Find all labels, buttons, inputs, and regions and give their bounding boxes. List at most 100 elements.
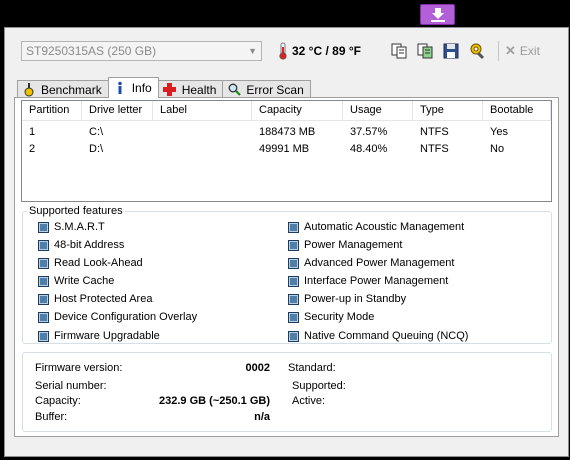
feature-item: Firmware Upgradable [38,330,160,342]
feature-label: Write Cache [54,275,115,287]
feature-label: Read Look-Ahead [54,257,143,269]
checkbox-icon [288,275,299,287]
copy-all-icon [417,43,433,59]
feature-label: Device Configuration Overlay [54,311,198,323]
drive-details-group: Firmware version: 0002 Serial number: Ca… [22,352,552,432]
save-button[interactable] [442,42,460,60]
feature-item: Read Look-Ahead [38,257,143,269]
exit-label: Exit [519,44,540,58]
drive-select-value: ST9250315AS (250 GB) [26,44,157,58]
feature-item: Power Management [288,239,402,251]
feature-item: Device Configuration Overlay [38,311,197,323]
tab-error-scan[interactable]: Error Scan [222,80,311,98]
cell: NTFS [420,126,449,138]
tab-label: Info [131,81,152,95]
checkbox-icon [288,311,299,323]
column-header[interactable]: Label [153,101,252,120]
partition-list[interactable]: Partition Drive letter Label Capacity Us… [21,100,552,202]
health-cross-icon [163,83,177,97]
checkbox-icon [38,257,49,269]
feature-label: Advanced Power Management [304,257,455,269]
cell [153,124,252,141]
checkbox-icon [38,275,49,287]
feature-item: Advanced Power Management [288,257,454,269]
checkbox-icon [288,239,299,251]
feature-label: S.M.A.R.T [54,221,105,233]
close-icon: ✕ [505,43,516,58]
feature-item: S.M.A.R.T [38,221,105,233]
tab-label: Benchmark [41,82,102,97]
table-row[interactable]: 2 D:\ 49991 MB 48.40% NTFS No [22,141,551,158]
tab-bar: Benchmark Info Health Error Scan [17,76,311,98]
feature-label: Automatic Acoustic Management [304,221,465,233]
firmware-value: 0002 [245,362,270,374]
column-header[interactable]: Capacity [252,101,343,120]
cell: No [490,143,505,155]
column-header[interactable]: Bootable [483,101,551,120]
feature-label: Security Mode [304,311,375,323]
capacity-label: Capacity: [35,395,81,407]
feature-item: Automatic Acoustic Management [288,221,464,233]
chevron-down-icon[interactable]: ▼ [248,46,257,56]
copy-all-button[interactable] [416,42,434,60]
checkbox-icon [288,330,299,342]
feature-item: Power-up in Standby [288,293,406,305]
copy-icon [391,43,407,59]
cell: C:\ [89,126,104,138]
cell: 37.57% [350,126,388,138]
stopwatch-icon [22,82,36,97]
supported-label: Supported: [292,380,346,392]
download-update-button[interactable] [420,4,455,25]
checkbox-icon [38,221,49,233]
capacity-value: 232.9 GB (~250.1 GB) [159,395,270,407]
feature-label: Firmware Upgradable [54,330,160,342]
feature-label: Power Management [304,239,403,251]
standard-label: Standard: [288,362,336,374]
magnifier-icon [227,83,241,97]
buffer-label: Buffer: [35,411,68,423]
buffer-value: n/a [254,411,270,423]
active-label: Active: [292,395,326,407]
feature-label: Power-up in Standby [304,293,407,305]
copy-button[interactable] [390,42,408,60]
info-panel: Partition Drive letter Label Capacity Us… [14,97,559,437]
checkbox-icon [288,257,299,269]
column-header[interactable]: Partition [22,101,82,120]
tab-benchmark[interactable]: Benchmark [17,80,109,98]
feature-label: 48-bit Address [54,239,125,251]
feature-item: 48-bit Address [38,239,124,251]
tab-info[interactable]: Info [107,77,159,98]
cell: NTFS [420,143,449,155]
info-icon [113,81,127,95]
toolbar-separator [498,41,499,61]
download-arrow-icon [430,7,445,22]
options-button[interactable] [469,42,487,60]
cell: 49991 MB [259,143,310,155]
checkbox-icon [38,293,49,305]
cell: Yes [490,126,508,138]
column-header[interactable]: Type [413,101,483,120]
main-window: ST9250315AS (250 GB) ▼ 32 °C / 89 °F ✕ E… [4,27,569,457]
cell: 2 [29,143,36,155]
temperature-readout: 32 °C / 89 °F [278,41,361,61]
table-row[interactable]: 1 C:\ 188473 MB 37.57% NTFS Yes [22,124,551,141]
firmware-label: Firmware version: [35,362,123,374]
feature-item: Security Mode [288,311,374,323]
cell: D:\ [89,143,104,155]
column-header[interactable]: Drive letter [82,101,153,120]
feature-label: Native Command Queuing (NCQ) [304,330,469,342]
serial-label: Serial number: [35,380,107,392]
thermometer-icon [279,42,287,60]
drive-select[interactable]: ST9250315AS (250 GB) ▼ [21,41,262,61]
tab-health[interactable]: Health [157,80,224,98]
exit-button[interactable]: ✕ Exit [505,42,540,60]
feature-label: Host Protected Area [54,293,153,305]
partition-list-header: Partition Drive letter Label Capacity Us… [22,101,551,121]
floppy-disk-icon [443,43,459,59]
cell: 188473 MB [259,126,316,138]
supported-features-group: Supported features S.M.A.R.T 48-bit Addr… [22,205,552,344]
checkbox-icon [38,311,49,323]
cell: 1 [29,126,36,138]
temperature-value: 32 °C / 89 °F [292,44,361,58]
column-header[interactable]: Usage [343,101,413,120]
